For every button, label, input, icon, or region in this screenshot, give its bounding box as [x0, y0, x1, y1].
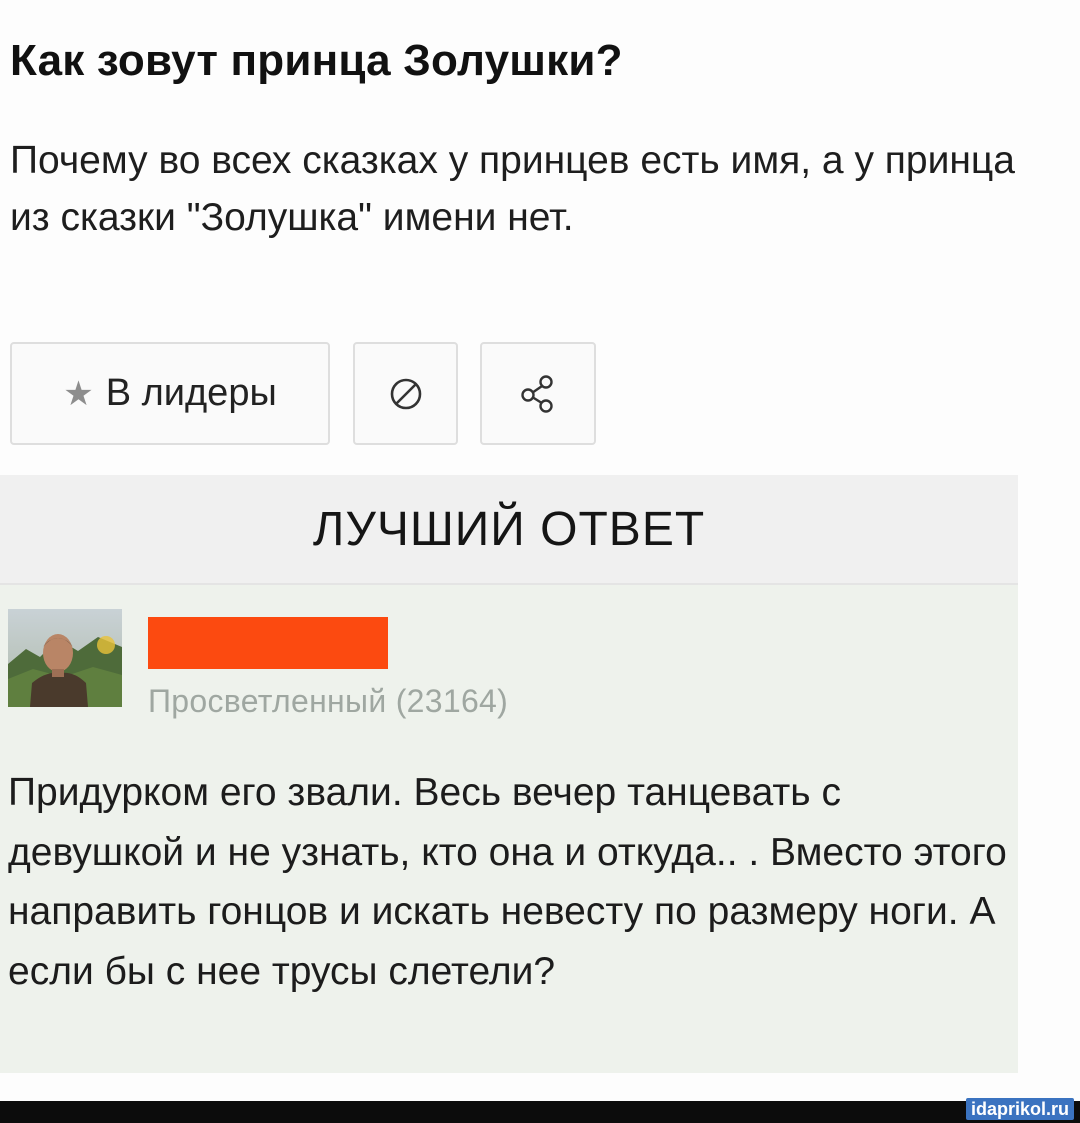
avatar[interactable] [8, 609, 122, 707]
best-answer-header: ЛУЧШИЙ ОТВЕТ [0, 475, 1018, 585]
bottom-bar [0, 1101, 1080, 1123]
answer-text: Придурком его звали. Весь вечер танцеват… [8, 771, 1007, 993]
leaders-button-label: В лидеры [105, 372, 277, 414]
user-rank: Просветленный (23164) [148, 683, 509, 719]
redacted-username [148, 617, 388, 669]
star-icon: ★ [63, 374, 94, 413]
question-body: Почему во всех сказках у принцев есть им… [10, 139, 1015, 239]
watermark: idaprikol.ru [965, 1098, 1074, 1120]
share-button[interactable] [480, 342, 596, 445]
block-icon [390, 378, 421, 409]
share-icon [521, 374, 553, 413]
best-answer-panel: Просветленный (23164) Придурком его звал… [0, 585, 1018, 1073]
leaders-button[interactable]: ★ В лидеры [10, 342, 330, 445]
block-button[interactable] [353, 342, 458, 445]
question-title: Как зовут принца Золушки? [10, 36, 623, 85]
